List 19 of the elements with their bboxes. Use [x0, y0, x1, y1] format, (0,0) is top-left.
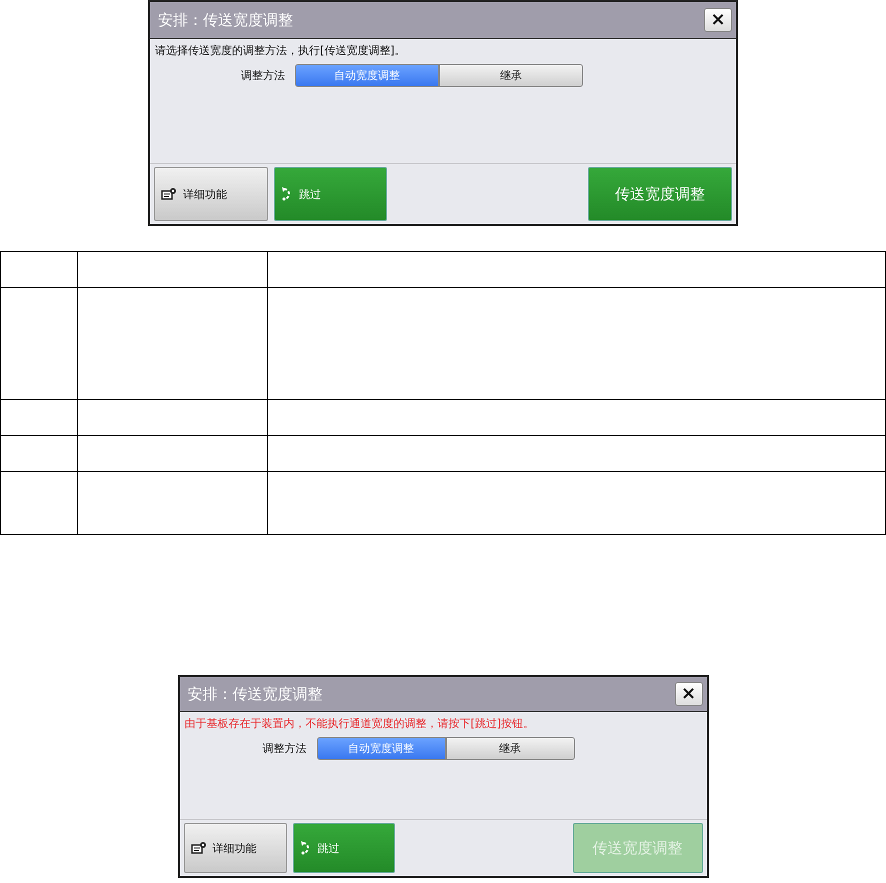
segment-option[interactable]: 继承 [446, 737, 574, 760]
details-button[interactable]: 详细功能 [184, 823, 286, 873]
adjust-button[interactable]: 传送宽度调整 [588, 167, 732, 221]
dialog-title: 安排：传送宽度调整 [188, 684, 322, 704]
dialog-title: 安排：传送宽度调整 [158, 10, 293, 30]
circular-arrow-icon [281, 186, 293, 202]
skip-button[interactable]: 跳过 [292, 823, 394, 873]
close-button[interactable]: × [704, 8, 732, 32]
close-button[interactable]: × [674, 682, 702, 706]
instruction-text: 请选择传送宽度的调整方法，执行[传送宽度调整]。 [155, 43, 407, 58]
instruction-text: 由于基板存在于装置内，不能执行通道宽度的调整，请按下[跳过]按钮。 [184, 716, 536, 731]
document-gear-icon [190, 841, 206, 855]
circular-arrow-icon [300, 840, 312, 856]
details-button[interactable]: 详细功能 [154, 167, 268, 221]
skip-button[interactable]: 跳过 [274, 167, 387, 221]
method-label: 调整方法 [262, 741, 306, 756]
document-gear-icon [161, 187, 177, 201]
method-label: 调整方法 [240, 68, 285, 83]
segment-option[interactable]: 继承 [439, 64, 583, 87]
